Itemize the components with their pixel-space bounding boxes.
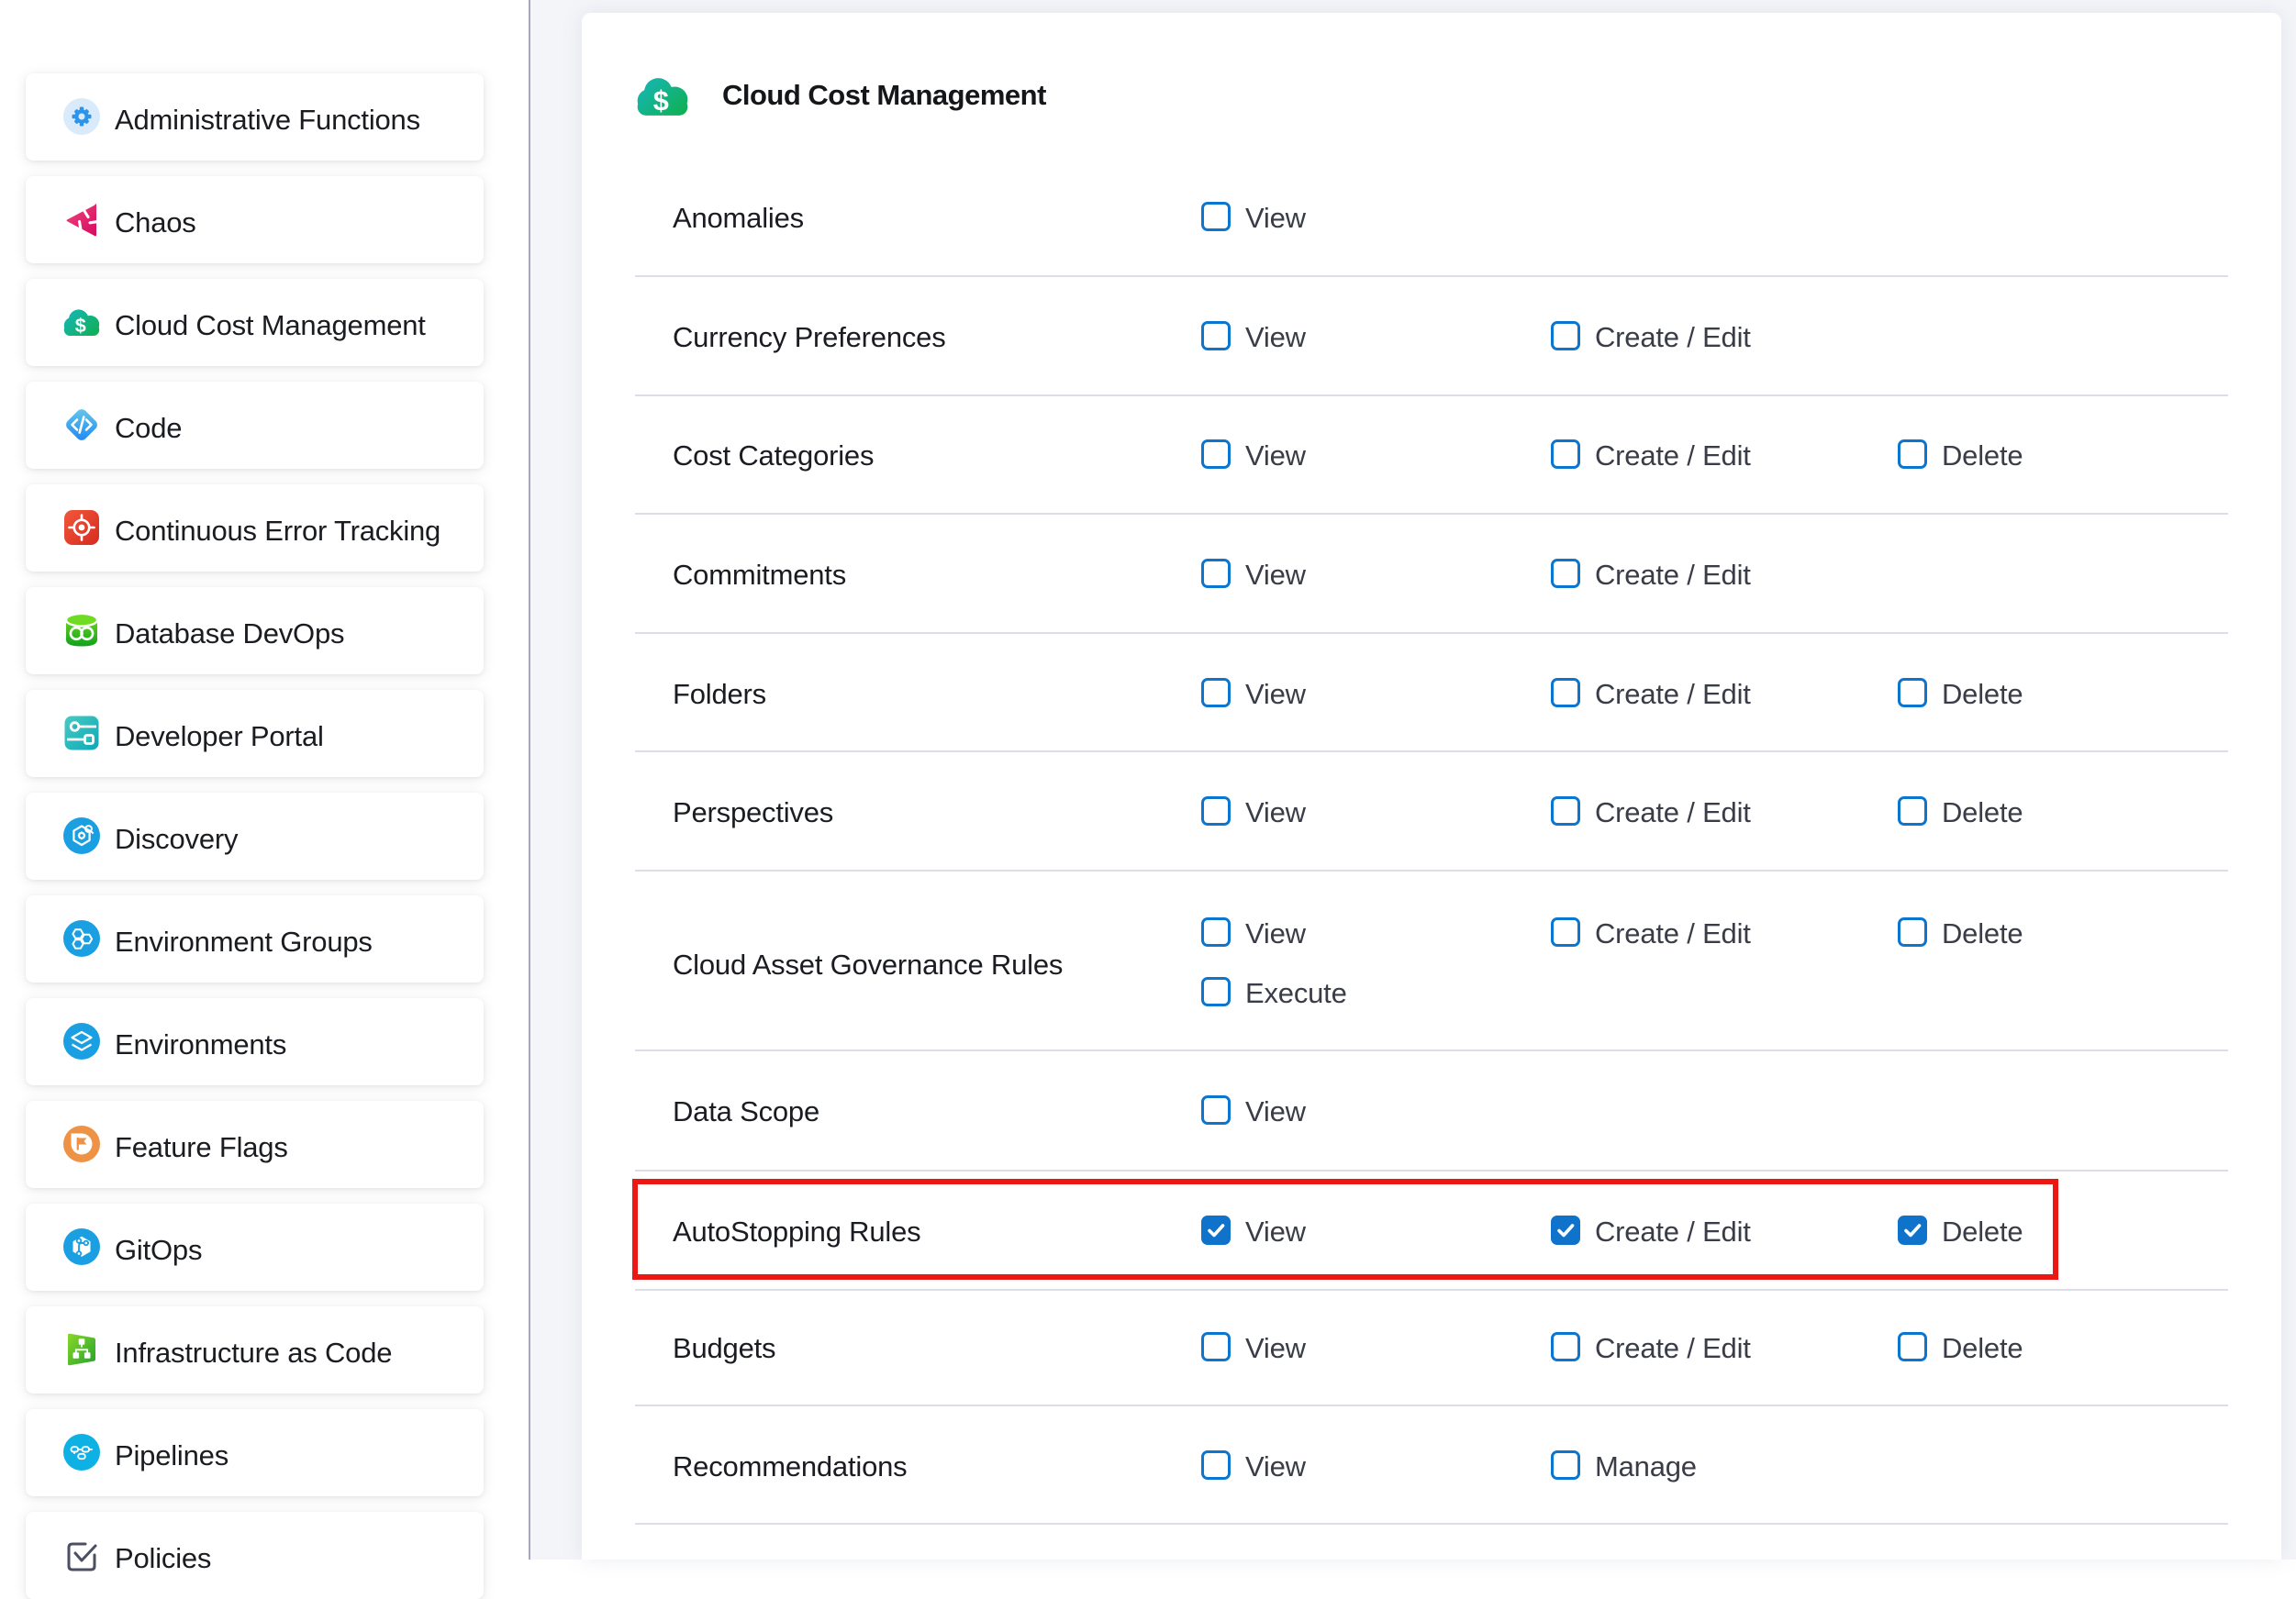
svg-text:$: $	[653, 85, 669, 117]
svg-text:$: $	[75, 314, 86, 336]
